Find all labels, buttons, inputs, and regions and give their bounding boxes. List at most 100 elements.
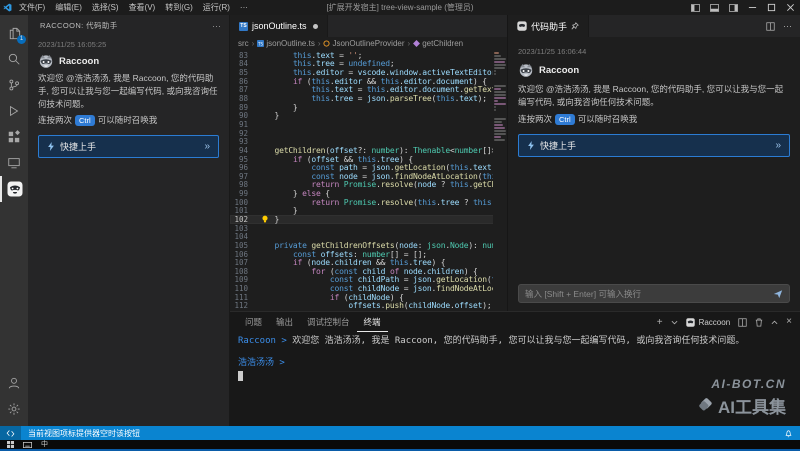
trash-icon[interactable] xyxy=(755,318,763,327)
lightbulb-icon[interactable] xyxy=(261,215,269,223)
breadcrumb-label: getChildren xyxy=(422,39,463,48)
code-line-110[interactable]: 110 const childNode = json.findNodeAtLoc… xyxy=(230,284,507,293)
code-line-90[interactable]: 90 } xyxy=(230,111,507,120)
sidebar-item-run-debug[interactable] xyxy=(0,98,28,124)
maximize-icon[interactable] xyxy=(762,0,781,15)
sidebar-item-explorer[interactable]: 1 xyxy=(0,20,28,46)
panel-tab-调试控制台[interactable]: 调试控制台 xyxy=(300,312,357,332)
code-line-104[interactable]: 104 xyxy=(230,232,507,241)
minimap-line xyxy=(494,67,505,69)
code-line-84[interactable]: 84 this.tree = undefined; xyxy=(230,60,507,69)
code-line-100[interactable]: 100 return Promise.resolve(this.tree ? t… xyxy=(230,198,507,207)
quickstart-button[interactable]: 快捷上手 » xyxy=(38,135,219,158)
sidebar-item-raccoon[interactable] xyxy=(0,176,28,202)
code-line-109[interactable]: 109 const childPath = json.getLocation(t… xyxy=(230,276,507,285)
close-icon[interactable] xyxy=(781,0,800,15)
code-line-106[interactable]: 106 const offsets: number[] = []; xyxy=(230,250,507,259)
editor-row: TS jsonOutline.ts src›TSjsonOutline.ts›J… xyxy=(230,15,800,311)
menu-文件(F)[interactable]: 文件(F) xyxy=(14,0,50,15)
layout-panel-icon[interactable] xyxy=(705,0,724,15)
terminal-profile[interactable]: Raccoon xyxy=(686,318,731,327)
breadcrumb-JsonOutlineProvider[interactable]: JsonOutlineProvider xyxy=(323,39,404,48)
code-line-83[interactable]: 83 this.text = ''; xyxy=(230,51,507,60)
code-line-108[interactable]: 108 for (const child of node.children) { xyxy=(230,267,507,276)
minimize-icon[interactable] xyxy=(743,0,762,15)
chevron-up-icon[interactable] xyxy=(771,320,778,325)
chat-input[interactable] xyxy=(525,289,768,299)
sidebar-item-settings[interactable] xyxy=(0,396,28,422)
code-text: const offsets: number[] = []; xyxy=(256,250,427,259)
menu-转到(G)[interactable]: 转到(G) xyxy=(160,0,198,15)
panel-tab-输出[interactable]: 输出 xyxy=(269,312,300,332)
sidebar-item-search[interactable] xyxy=(0,46,28,72)
breadcrumb-jsonOutline.ts[interactable]: TSjsonOutline.ts xyxy=(257,39,314,48)
close-icon[interactable]: × xyxy=(786,318,792,326)
code-line-95[interactable]: 95 if (offset && this.tree) { xyxy=(230,155,507,164)
line-number: 94 xyxy=(230,146,256,155)
keyboard-icon[interactable] xyxy=(23,442,32,448)
line-number: 103 xyxy=(230,224,256,233)
code-line-98[interactable]: 98 return Promise.resolve(node ? this.ge… xyxy=(230,181,507,190)
code-line-87[interactable]: 87 this.text = this.editor.document.getT… xyxy=(230,86,507,95)
layout-sidebar-icon[interactable] xyxy=(686,0,705,15)
modified-dot-icon[interactable] xyxy=(313,24,318,29)
split-terminal-icon[interactable] xyxy=(738,318,747,327)
code-line-88[interactable]: 88 this.tree = json.parseTree(this.text)… xyxy=(230,94,507,103)
panel-tab-终端[interactable]: 终端 xyxy=(357,312,388,332)
layout-toggle-icon[interactable] xyxy=(724,0,743,15)
sidebar-item-source-control[interactable] xyxy=(0,72,28,98)
status-message[interactable]: 当前视图项标提供器空时该按钮 xyxy=(21,428,140,439)
code-line-97[interactable]: 97 const node = json.findNodeAtLocation(… xyxy=(230,172,507,181)
line-number: 89 xyxy=(230,103,256,112)
code-line-91[interactable]: 91 xyxy=(230,120,507,129)
send-icon[interactable] xyxy=(773,289,783,299)
ime-indicator[interactable]: 中 xyxy=(41,440,48,449)
breadcrumb-getChildren[interactable]: getChildren xyxy=(413,39,463,48)
code-line-94[interactable]: 94 getChildren(offset?: number): Thenabl… xyxy=(230,146,507,155)
line-number: 108 xyxy=(230,267,256,276)
chevron-down-icon[interactable] xyxy=(671,320,678,325)
code-line-102[interactable]: 102 } xyxy=(230,215,507,224)
code-line-112[interactable]: 112 offsets.push(childNode.offset); xyxy=(230,302,507,311)
menu-编辑(E)[interactable]: 编辑(E) xyxy=(50,0,87,15)
menu-运行(R)[interactable]: 运行(R) xyxy=(198,0,235,15)
code-line-96[interactable]: 96 const path = json.getLocation(this.te… xyxy=(230,163,507,172)
code-line-93[interactable]: 93 xyxy=(230,137,507,146)
code-editor[interactable]: 83 this.text = '';84 this.tree = undefin… xyxy=(230,49,507,311)
bell-icon[interactable] xyxy=(784,429,793,438)
workbench: 1 xyxy=(0,15,800,426)
menu-查看(V)[interactable]: 查看(V) xyxy=(124,0,161,15)
line-number: 109 xyxy=(230,275,256,284)
more-actions-icon[interactable]: ··· xyxy=(783,23,792,29)
code-line-85[interactable]: 85 this.editor = vscode.window.activeTex… xyxy=(230,68,507,77)
code-line-101[interactable]: 101 } xyxy=(230,207,507,216)
minimap[interactable] xyxy=(493,49,507,311)
code-line-105[interactable]: 105 private getChildrenOffsets(node: jso… xyxy=(230,241,507,250)
gear-icon xyxy=(7,402,21,416)
code-line-92[interactable]: 92 xyxy=(230,129,507,138)
panel-tab-问题[interactable]: 问题 xyxy=(238,312,269,332)
plus-icon[interactable]: + xyxy=(657,317,663,328)
breadcrumb-src[interactable]: src xyxy=(238,39,249,48)
code-line-99[interactable]: 99 } else { xyxy=(230,189,507,198)
sidebar-item-extensions[interactable] xyxy=(0,124,28,150)
remote-indicator[interactable] xyxy=(0,426,21,440)
code-line-103[interactable]: 103 xyxy=(230,224,507,233)
code-line-89[interactable]: 89 } xyxy=(230,103,507,112)
split-editor-icon[interactable] xyxy=(766,22,775,31)
pin-icon[interactable] xyxy=(571,22,579,30)
quickstart-button[interactable]: 快捷上手 » xyxy=(518,134,790,157)
code-line-107[interactable]: 107 if (node.children && this.tree) { xyxy=(230,258,507,267)
tab-code-assistant[interactable]: 代码助手 xyxy=(508,15,589,37)
code-line-111[interactable]: 111 if (childNode) { xyxy=(230,293,507,302)
start-icon[interactable] xyxy=(7,441,14,448)
menu-选择(S)[interactable]: 选择(S) xyxy=(87,0,124,15)
sidebar-item-remote-explorer[interactable] xyxy=(0,150,28,176)
tab-jsonoutline[interactable]: TS jsonOutline.ts xyxy=(230,15,328,37)
line-number: 84 xyxy=(230,59,256,68)
sidebar-item-account[interactable] xyxy=(0,370,28,396)
menu-···[interactable]: ··· xyxy=(235,0,253,15)
more-actions-icon[interactable]: ··· xyxy=(212,23,221,29)
code-line-86[interactable]: 86 if (this.editor && this.editor.docume… xyxy=(230,77,507,86)
diamond-logo-icon xyxy=(698,398,713,413)
